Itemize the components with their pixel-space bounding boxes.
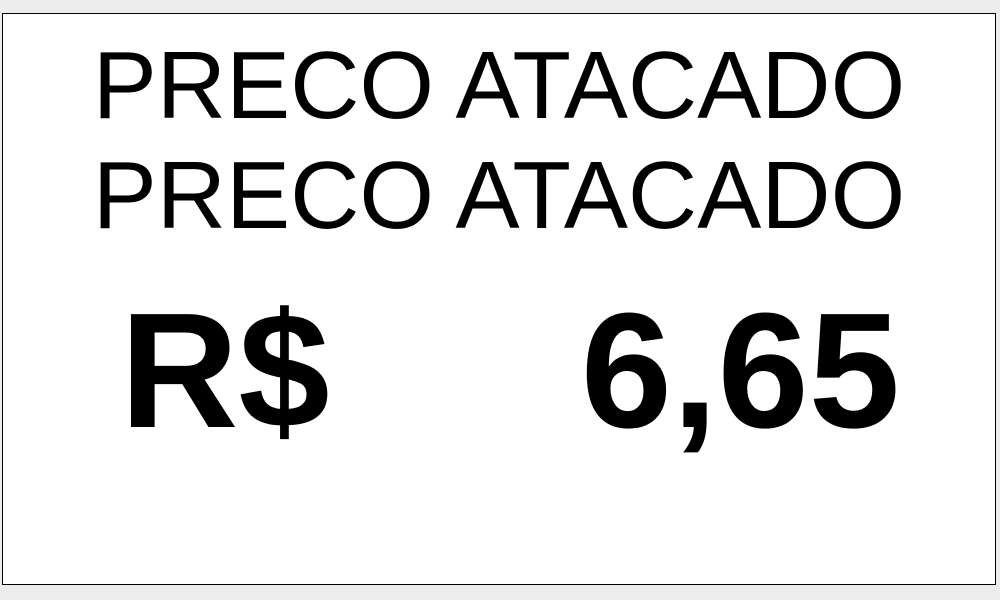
price-type-title-repeat: PRECO ATACADO xyxy=(92,142,906,249)
currency-symbol: R$ xyxy=(120,279,330,462)
price-value: 6,65 xyxy=(580,279,900,462)
price-type-title: PRECO ATACADO xyxy=(92,32,906,139)
price-label: PRECO ATACADO PRECO ATACADO R$ 6,65 xyxy=(2,13,996,585)
